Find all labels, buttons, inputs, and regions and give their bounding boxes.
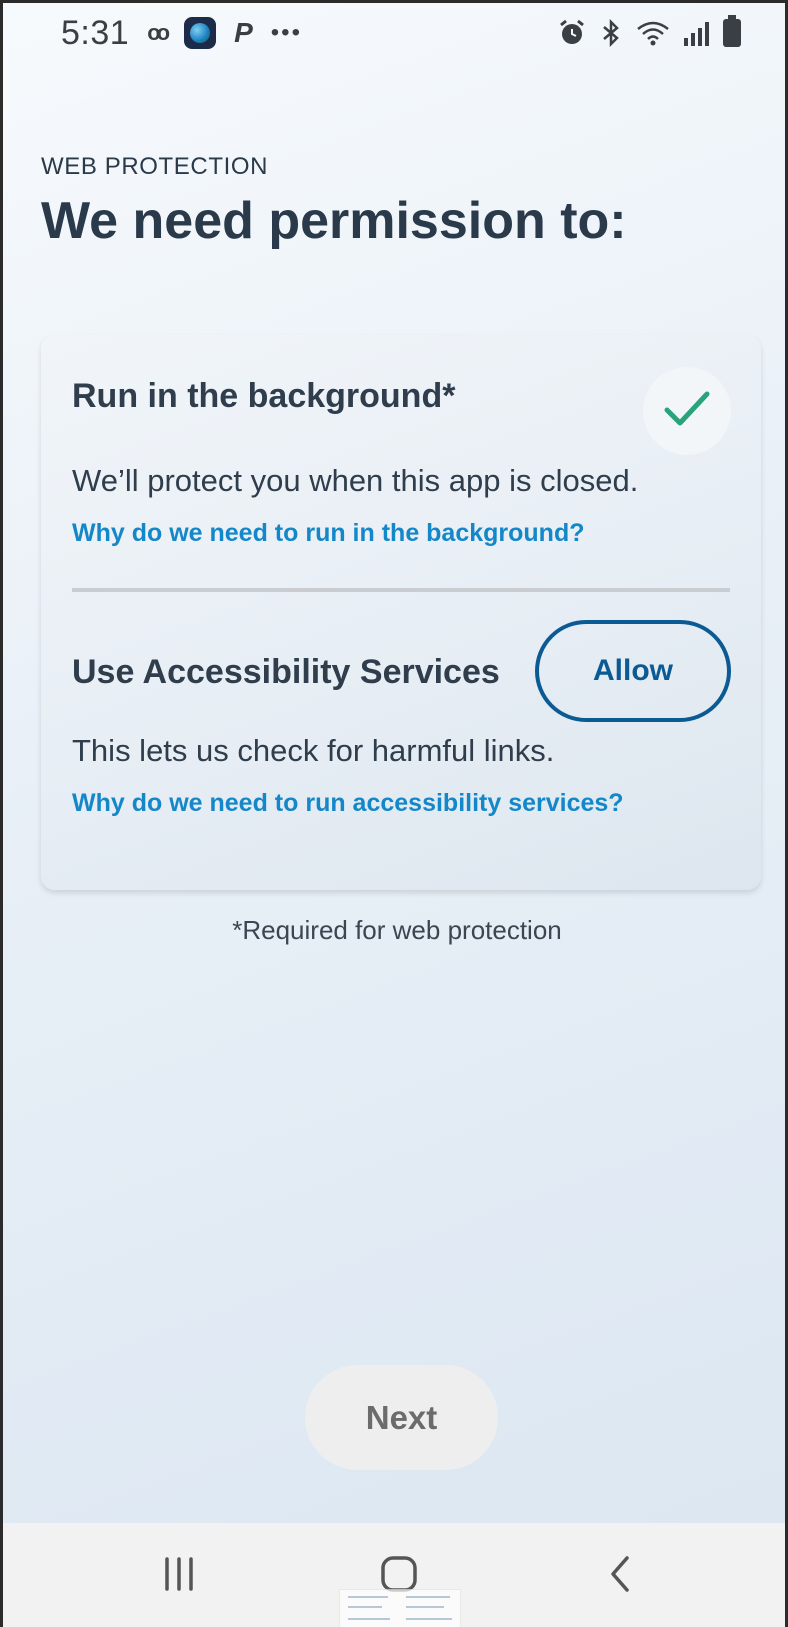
bluetooth-icon: [600, 19, 622, 47]
checkmark-icon: [663, 389, 711, 434]
more-notifications-icon: •••: [270, 19, 302, 46]
permission-background-title: Run in the background*: [72, 377, 456, 415]
permissions-card: Run in the background* We’ll protect you…: [41, 335, 761, 890]
recents-button[interactable]: [119, 1523, 239, 1627]
voicemail-icon: oo: [147, 20, 170, 45]
next-button[interactable]: Next: [305, 1365, 498, 1470]
accessibility-info-link[interactable]: Why do we need to run accessibility serv…: [72, 789, 624, 818]
alarm-icon: [558, 19, 586, 47]
allow-button[interactable]: Allow: [535, 620, 731, 722]
recents-icon: [161, 1556, 197, 1597]
signal-icon: [684, 20, 709, 46]
permission-granted-badge: [643, 367, 731, 455]
paypal-icon: P: [234, 17, 253, 48]
permission-accessibility-description: This lets us check for harmful links.: [72, 733, 555, 768]
recent-app-thumbnail: [339, 1589, 461, 1627]
divider: [72, 588, 730, 592]
wifi-icon: [636, 19, 670, 47]
battery-icon: [723, 15, 741, 47]
status-left: 5:31 oo P •••: [61, 14, 302, 53]
permission-background-description: We’ll protect you when this app is close…: [72, 463, 639, 498]
status-right: [558, 15, 741, 47]
app-globe-icon: [184, 17, 217, 49]
permission-accessibility-title: Use Accessibility Services: [72, 653, 500, 691]
status-time: 5:31: [61, 13, 130, 52]
section-eyebrow: WEB PROTECTION: [41, 153, 269, 180]
background-info-link[interactable]: Why do we need to run in the background?: [72, 519, 585, 548]
required-footnote: *Required for web protection: [232, 915, 562, 945]
back-button[interactable]: [560, 1523, 680, 1627]
page-title: We need permission to:: [41, 192, 627, 250]
status-bar: 5:31 oo P •••: [3, 3, 785, 63]
back-icon: [605, 1554, 635, 1599]
